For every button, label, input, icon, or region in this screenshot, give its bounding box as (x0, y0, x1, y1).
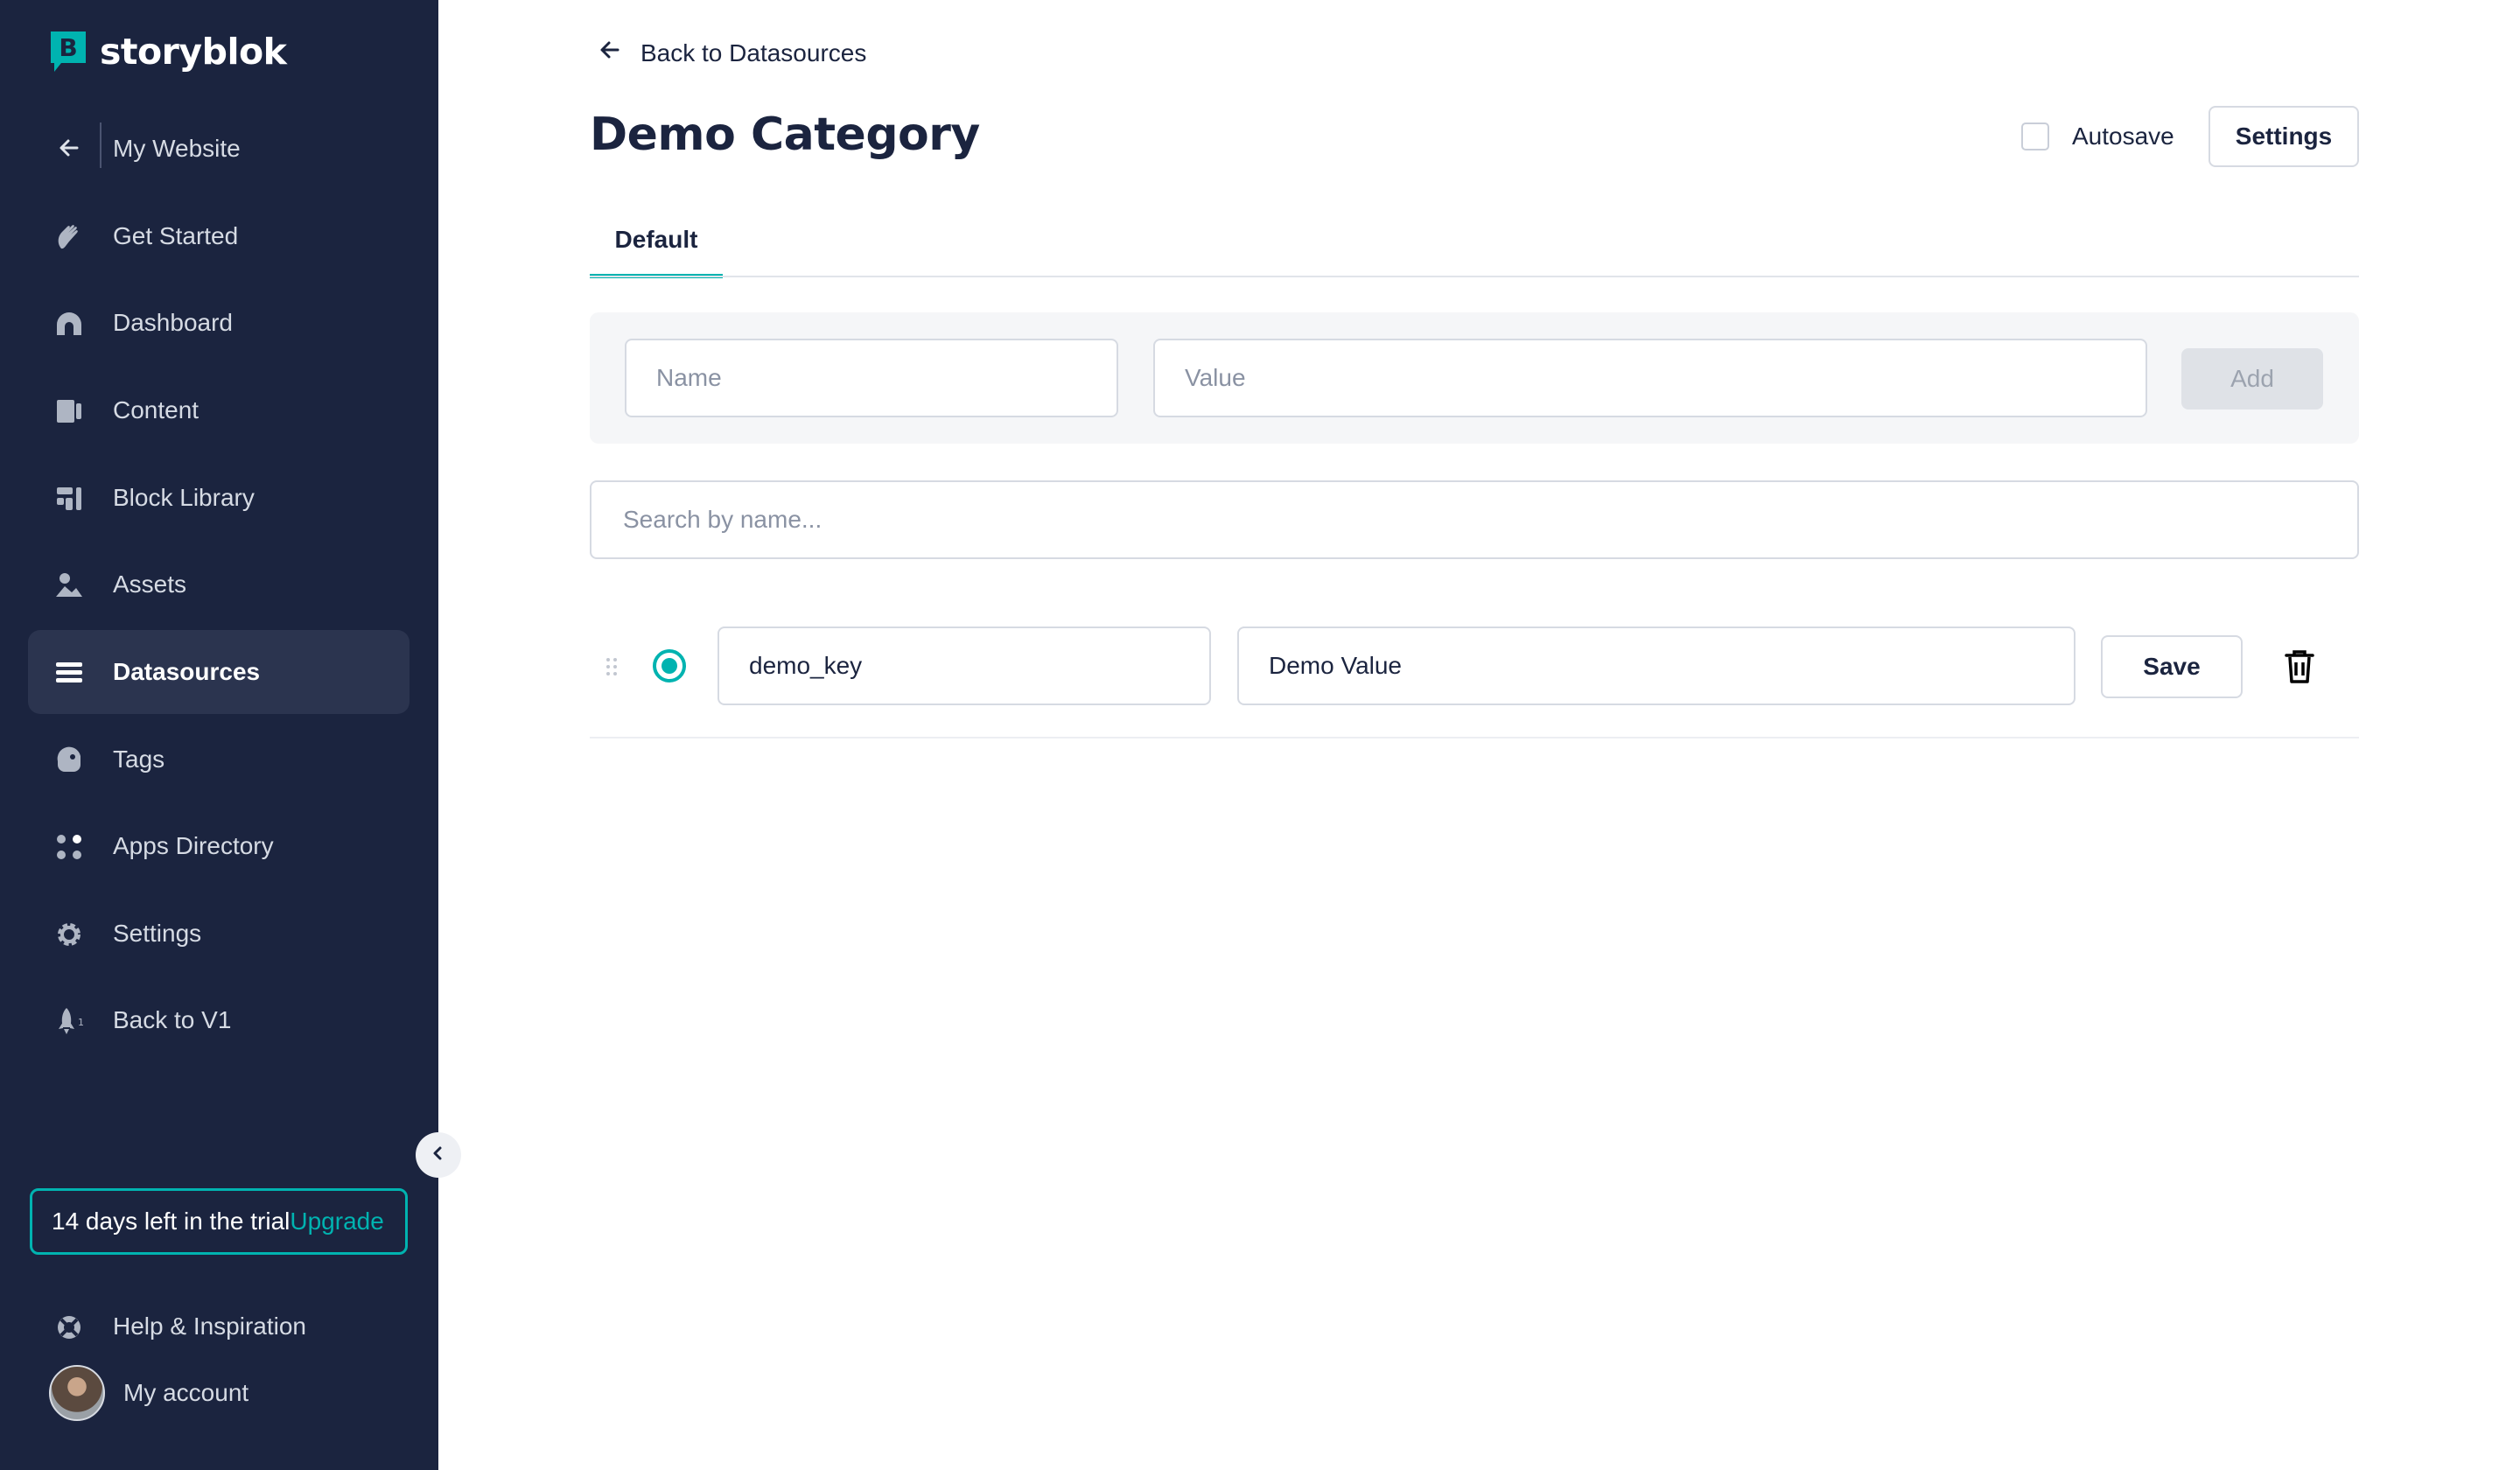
sidebar-item-label: Settings (113, 920, 202, 947)
page-title: Demo Category (590, 108, 980, 161)
gear-icon (54, 920, 84, 949)
sidebar-item-label: Help & Inspiration (113, 1312, 307, 1340)
upgrade-link[interactable]: Upgrade (290, 1208, 383, 1236)
collapse-sidebar-button[interactable] (416, 1132, 461, 1178)
sidebar-item-label: Datasources (113, 658, 261, 685)
autosave-checkbox[interactable] (2021, 122, 2049, 150)
sidebar-item-dashboard[interactable]: Dashboard (28, 281, 410, 365)
row-divider (590, 737, 2359, 738)
sidebar-item-label: Apps Directory (113, 832, 274, 859)
entry-value-field[interactable]: Demo Value (1237, 626, 2076, 705)
block-library-icon (54, 484, 84, 514)
sidebar-item-label: Content (113, 396, 200, 424)
hand-wave-icon (54, 222, 84, 252)
my-account-link[interactable]: My account (123, 1379, 248, 1407)
sidebar-item-help[interactable]: Help & Inspiration (28, 1284, 410, 1368)
search-input[interactable]: Search by name... (590, 480, 2359, 559)
value-input[interactable]: Value (1153, 339, 2147, 417)
brand-name: storyblok (100, 31, 287, 73)
tab-divider (590, 276, 2359, 277)
avatar[interactable] (49, 1365, 105, 1421)
autosave-label: Autosave (2072, 122, 2174, 150)
sidebar: B storyblok My Website Get Started Dashb… (0, 0, 438, 1470)
brand-logo[interactable]: B storyblok (49, 30, 287, 74)
settings-button[interactable]: Settings (2208, 106, 2359, 167)
back-to-space-button[interactable]: My Website (28, 107, 410, 191)
trash-icon[interactable] (2284, 649, 2315, 684)
rocket-icon: 1 (54, 1006, 84, 1036)
sidebar-item-apps-directory[interactable]: Apps Directory (28, 804, 410, 888)
content-icon (54, 396, 84, 426)
lifebuoy-icon (54, 1312, 84, 1342)
add-button[interactable]: Add (2181, 348, 2323, 410)
sidebar-item-tags[interactable]: Tags (28, 718, 410, 802)
sidebar-item-datasources[interactable]: Datasources (28, 630, 410, 714)
entry-name-field[interactable]: demo_key (718, 626, 1211, 705)
tag-icon (54, 746, 84, 775)
chevron-left-icon (430, 1145, 446, 1166)
divider (100, 122, 102, 168)
apps-icon (54, 832, 84, 862)
back-link-label: Back to Datasources (640, 38, 867, 66)
datasources-icon (54, 658, 84, 688)
back-to-datasources-link[interactable]: Back to Datasources (598, 38, 866, 67)
save-button[interactable]: Save (2101, 635, 2243, 698)
sidebar-item-content[interactable]: Content (28, 368, 410, 452)
storyblok-logo-icon: B (49, 30, 88, 74)
sidebar-item-label: Assets (113, 570, 187, 598)
sidebar-item-label: Get Started (113, 222, 239, 249)
sidebar-item-assets[interactable]: Assets (28, 542, 410, 626)
sidebar-item-settings[interactable]: Settings (28, 892, 410, 976)
sidebar-item-label: Block Library (113, 484, 255, 511)
sidebar-item-label: Tags (113, 746, 165, 773)
autosave-toggle[interactable]: Autosave (2021, 122, 2174, 150)
dashboard-icon (54, 309, 84, 339)
sidebar-item-back-to-v1[interactable]: 1 Back to V1 (28, 978, 410, 1062)
sidebar-item-label: Dashboard (113, 309, 233, 336)
sidebar-item-label: Back to V1 (113, 1006, 232, 1033)
tab-default[interactable]: Default (590, 217, 723, 278)
drag-handle-icon[interactable] (604, 656, 620, 677)
space-name: My Website (113, 135, 241, 162)
trial-text: 14 days left in the trial (52, 1208, 290, 1235)
sidebar-item-block-library[interactable]: Block Library (28, 456, 410, 540)
arrow-left-icon (598, 38, 621, 67)
name-input[interactable]: Name (625, 339, 1118, 417)
assets-icon (54, 570, 84, 600)
svg-text:B: B (59, 33, 77, 62)
sidebar-item-get-started[interactable]: Get Started (28, 194, 410, 278)
arrow-left-icon (54, 133, 84, 163)
entry-radio[interactable] (653, 649, 686, 682)
svg-text:1: 1 (78, 1017, 84, 1028)
trial-banner[interactable]: 14 days left in the trial Upgrade (30, 1188, 408, 1255)
